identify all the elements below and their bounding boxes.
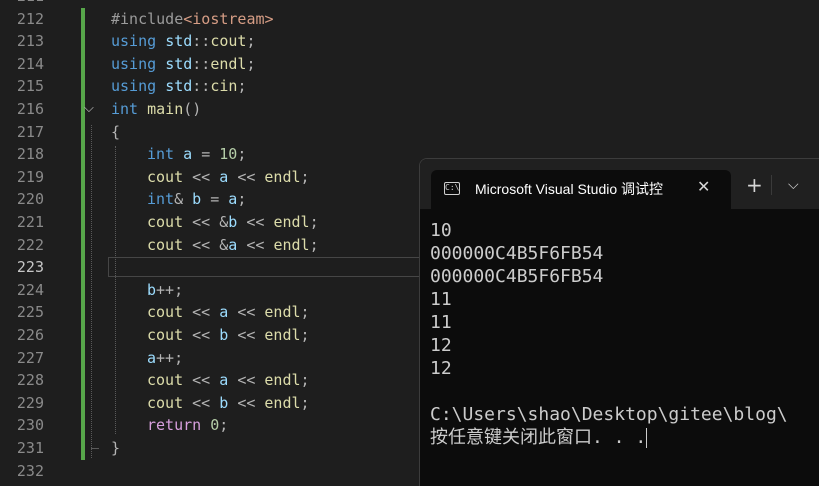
console-window[interactable]: C:\ Microsoft Visual Studio 调试控 ✕ + ⌵ 10… — [419, 158, 819, 486]
code-line[interactable]: 216 ⌵ int main() — [0, 98, 819, 121]
line-number: 229 — [16, 393, 44, 412]
fold-guide-end — [91, 448, 99, 450]
tab-separator — [771, 175, 772, 195]
line-number: 230 — [16, 416, 44, 435]
code-line[interactable]: 215 using std::cin; — [0, 75, 819, 98]
line-number: 223 — [16, 258, 44, 277]
code-text: using std::cout; — [111, 32, 256, 51]
code-text: int main() — [111, 100, 202, 118]
code-line[interactable]: 211 — [0, 0, 819, 8]
code-text: cout << b << endl; — [147, 393, 310, 412]
code-text: cout << &b << endl; — [147, 213, 319, 231]
fold-toggle-icon[interactable]: ⌵ — [84, 98, 94, 121]
console-tab-bar: C:\ Microsoft Visual Studio 调试控 ✕ + ⌵ — [420, 159, 819, 209]
change-indicator-bar — [81, 165, 85, 189]
chevron-down-icon[interactable]: ⌵ — [788, 177, 799, 193]
line-number: 218 — [16, 145, 44, 164]
console-output-line: 11 — [430, 289, 452, 310]
line-number: 219 — [16, 167, 44, 186]
change-indicator-bar — [81, 211, 85, 234]
console-output-line: 12 — [430, 358, 452, 379]
line-number: 224 — [16, 280, 44, 299]
code-line[interactable]: 217 { — [0, 120, 819, 144]
line-number: 214 — [16, 54, 44, 73]
console-output-line: 000000C4B5F6FB54 — [430, 266, 604, 287]
code-text: using std::cin; — [111, 77, 247, 96]
line-number: 226 — [16, 326, 44, 344]
current-line-highlight — [108, 257, 428, 278]
code-text: int& b = a; — [147, 190, 247, 209]
change-indicator-bar — [81, 346, 85, 370]
change-indicator-bar — [81, 120, 85, 144]
code-text: cout << a << endl; — [147, 303, 310, 322]
line-number: 211 — [0, 0, 44, 8]
change-indicator-bar — [81, 437, 85, 460]
code-text: using std::endl; — [111, 54, 256, 73]
close-icon[interactable]: ✕ — [697, 177, 710, 196]
console-tab-title: Microsoft Visual Studio 调试控 — [475, 181, 664, 197]
console-output-line: 000000C4B5F6FB54 — [430, 243, 604, 264]
line-number: 215 — [16, 77, 44, 96]
change-indicator-bar — [81, 52, 85, 76]
change-indicator-bar — [81, 143, 85, 166]
change-indicator-bar — [81, 233, 85, 257]
code-text: a++; — [147, 348, 184, 367]
code-line[interactable]: 212 #include<iostream> — [0, 7, 819, 31]
code-line[interactable]: 214 using std::endl; — [0, 52, 819, 76]
console-output-line: 12 — [430, 335, 452, 356]
console-tab[interactable]: C:\ Microsoft Visual Studio 调试控 ✕ — [431, 170, 731, 209]
line-number: 227 — [16, 348, 44, 367]
code-text: #include<iostream> — [111, 9, 274, 28]
change-indicator-bar — [81, 414, 85, 437]
code-text: } — [111, 439, 121, 457]
code-text: { — [111, 122, 121, 141]
indent-guide — [115, 146, 116, 434]
console-output-line: 10 — [430, 220, 452, 241]
change-indicator-bar — [81, 391, 85, 415]
line-number: 216 — [16, 100, 44, 118]
console-output-line: C:\Users\shao\Desktop\gitee\blog\ — [430, 404, 788, 425]
plus-icon[interactable]: + — [746, 175, 763, 195]
console-icon: C:\ — [444, 182, 460, 195]
change-indicator-bar — [81, 256, 85, 279]
change-indicator-bar — [81, 278, 85, 302]
code-text: cout << &a << endl; — [147, 235, 319, 254]
line-number: 232 — [16, 461, 44, 480]
line-number: 217 — [16, 122, 44, 141]
line-number: 225 — [16, 303, 44, 322]
change-indicator-bar — [81, 369, 85, 392]
line-number: 213 — [16, 32, 44, 51]
code-line[interactable]: 213 using std::cout; — [0, 30, 819, 53]
change-indicator-bar — [81, 188, 85, 211]
line-number: 222 — [16, 235, 44, 254]
line-number: 220 — [16, 190, 44, 209]
change-indicator-bar — [81, 324, 85, 347]
fold-guide — [91, 124, 92, 458]
change-indicator-bar — [81, 30, 85, 53]
code-text: cout << b << endl; — [147, 326, 310, 344]
text-cursor — [646, 428, 648, 448]
line-number: 228 — [16, 371, 44, 390]
console-output-line: 11 — [430, 312, 452, 333]
change-indicator-bar — [81, 7, 85, 31]
code-text: return 0; — [147, 416, 229, 435]
code-text: int a = 10; — [147, 145, 247, 164]
line-number: 221 — [16, 213, 44, 231]
change-indicator-bar — [81, 75, 85, 98]
console-output-line: 按任意键关闭此窗口. . . — [430, 427, 648, 448]
line-number: 212 — [16, 9, 44, 28]
console-output[interactable]: 10 000000C4B5F6FB54 000000C4B5F6FB54 11 11 12… — [430, 219, 819, 449]
code-text: cout << a << endl; — [147, 167, 310, 186]
line-number: 231 — [16, 439, 44, 457]
change-indicator-bar — [81, 301, 85, 324]
code-text: cout << a << endl; — [147, 371, 310, 390]
code-text: b++; — [147, 280, 184, 299]
